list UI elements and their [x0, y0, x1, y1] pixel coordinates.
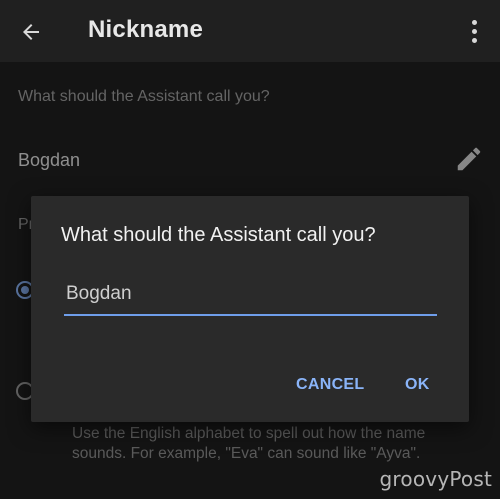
ok-button[interactable]: OK [405, 376, 430, 394]
back-button[interactable] [14, 15, 48, 49]
nickname-input[interactable]: Bogdan [64, 283, 438, 315]
page-title: Nickname [88, 16, 203, 43]
more-options-button[interactable] [462, 16, 486, 46]
dialog-title: What should the Assistant call you? [61, 224, 376, 246]
app-bar: Nickname [0, 0, 500, 62]
watermark: groovyPost [379, 467, 492, 491]
nickname-dialog: What should the Assistant call you? Bogd… [31, 196, 469, 422]
arrow-left-icon [23, 24, 39, 40]
cancel-button[interactable]: CANCEL [296, 376, 364, 394]
more-vert-icon [471, 19, 477, 25]
input-underline [64, 314, 437, 316]
screen: Nickname What should the Assistant call … [0, 0, 500, 499]
